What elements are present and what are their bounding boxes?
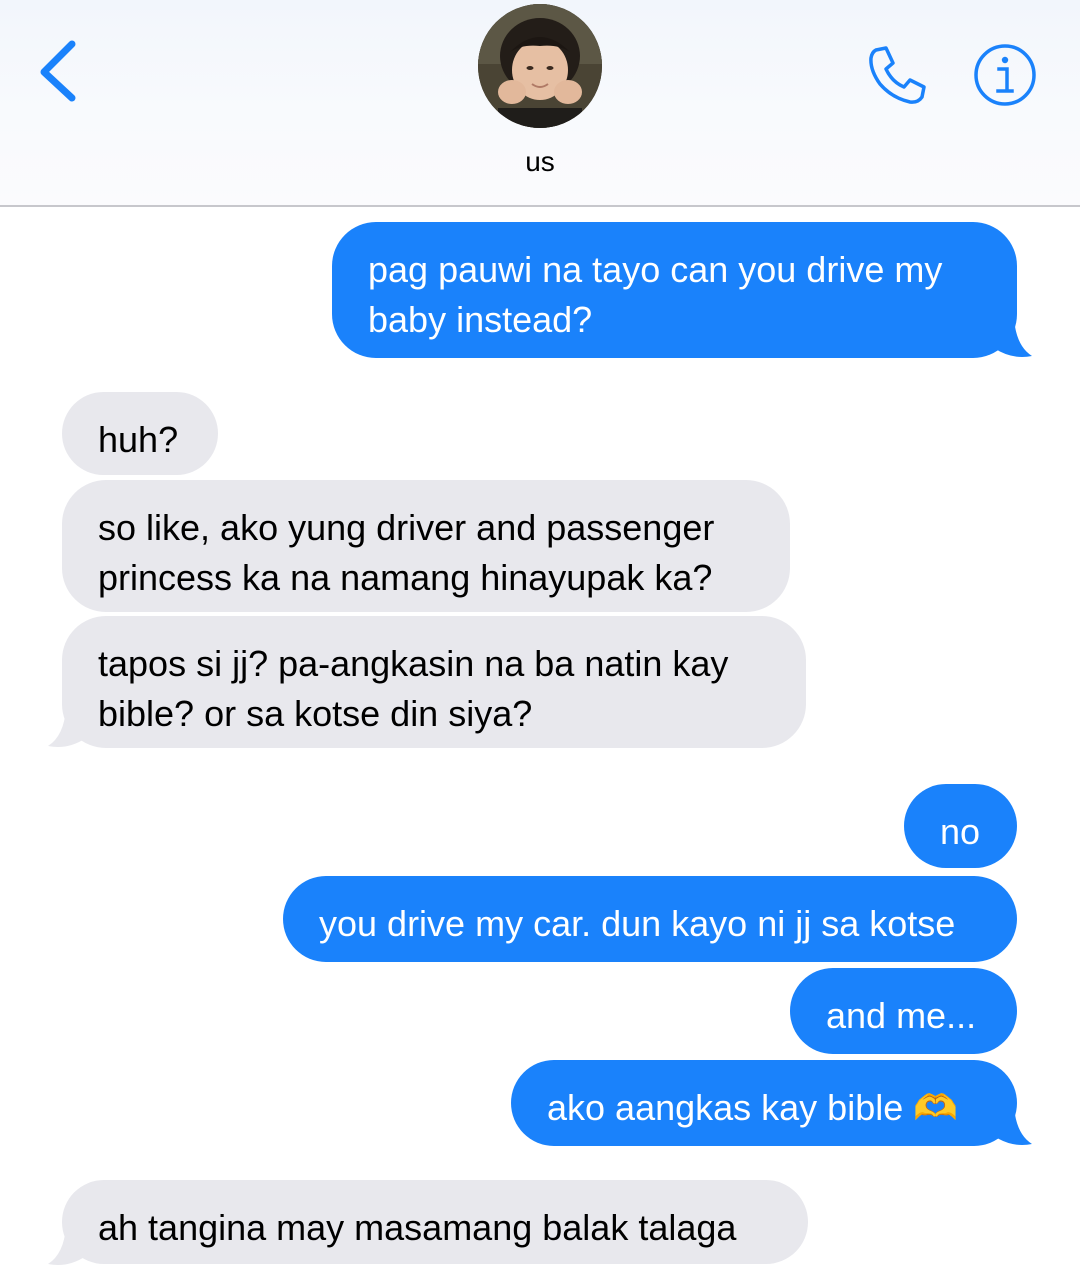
info-icon xyxy=(974,44,1036,106)
message-text: huh? xyxy=(98,419,179,460)
info-button[interactable] xyxy=(972,42,1038,108)
message-bubble-sent[interactable]: ako aangkas kay bible 🫶 xyxy=(511,1060,1017,1146)
message-text: ako aangkas kay bible 🫶 xyxy=(547,1087,959,1128)
message-bubble-received[interactable]: huh? xyxy=(62,392,218,475)
message-bubble-received[interactable]: tapos si jj? pa-angkasin na ba natin kay… xyxy=(62,616,806,748)
message-bubble-sent[interactable]: pag pauwi na tayo can you drive my baby … xyxy=(332,222,1017,358)
avatar-photo xyxy=(478,4,602,128)
message-bubble-sent[interactable]: and me... xyxy=(790,968,1017,1054)
call-button[interactable] xyxy=(862,40,932,110)
message-bubble-received[interactable]: ah tangina may masamang balak talaga xyxy=(62,1180,808,1264)
message-text: so like, ako yung driver and passenger p… xyxy=(98,507,715,598)
back-button[interactable] xyxy=(30,34,90,106)
chevron-left-icon xyxy=(40,40,76,102)
message-text: and me... xyxy=(826,995,977,1036)
phone-icon xyxy=(869,46,926,104)
avatar[interactable] xyxy=(478,4,602,128)
message-text: pag pauwi na tayo can you drive my baby … xyxy=(368,249,943,340)
conversation-header: us xyxy=(0,0,1080,207)
message-bubble-received[interactable]: so like, ako yung driver and passenger p… xyxy=(62,480,790,612)
message-text: tapos si jj? pa-angkasin na ba natin kay… xyxy=(98,643,729,734)
message-text: ah tangina may masamang balak talaga xyxy=(98,1207,737,1248)
message-text: you drive my car. dun kayo ni jj sa kots… xyxy=(319,903,956,944)
message-bubble-sent[interactable]: you drive my car. dun kayo ni jj sa kots… xyxy=(283,876,1017,962)
contact-name[interactable]: us xyxy=(0,146,1080,178)
message-bubble-sent[interactable]: no xyxy=(904,784,1017,868)
message-text: no xyxy=(940,811,981,852)
